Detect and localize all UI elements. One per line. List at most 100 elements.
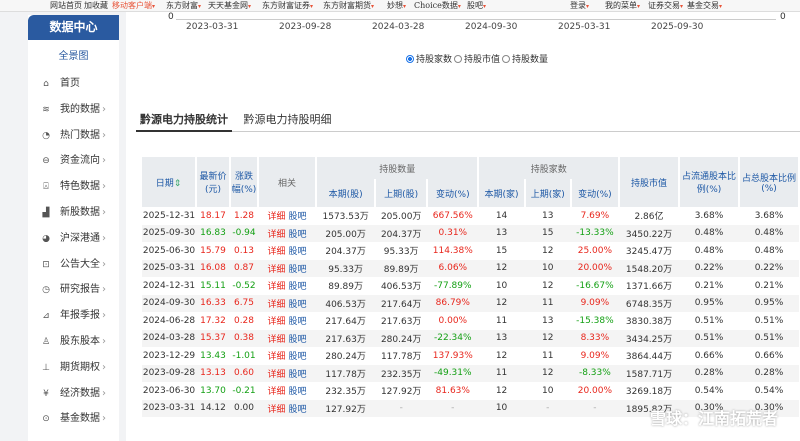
col-total-ratio[interactable]: 占总股本比例(%) [739,157,800,207]
overview-link[interactable]: 全景图 [28,40,119,70]
sidebar-item[interactable]: ¥ 经济数据 › [40,384,106,404]
price-cell: 15.37 [196,329,230,347]
guba-link[interactable]: 股吧 [288,352,306,362]
detail-link[interactable]: 详细 [268,247,286,257]
hold-cur-cell: 15 [495,245,508,256]
change-cell: 1.28 [233,210,255,221]
detail-link[interactable]: 详细 [268,370,286,380]
col-date[interactable]: 日期⇕ [142,157,197,207]
sidebar-item[interactable]: ◔ 热门数据 › [40,126,106,146]
detail-link[interactable]: 详细 [268,352,286,362]
detail-link[interactable]: 详细 [268,282,286,292]
col-market-value[interactable]: 持股市值 [619,157,680,207]
sidebar-item[interactable]: ⊥ 期货期权 › [40,358,106,378]
col-qty-prev[interactable]: 上期(股) [375,179,429,207]
radio-option[interactable]: 持股家数 [404,55,452,65]
x-tick-label: 2023-03-31 [186,22,239,32]
sidebar-item[interactable]: ⊖ 资金流向 › [40,151,106,171]
qty-cur-cell: 205.00万 [316,224,376,242]
guba-link[interactable]: 股吧 [288,230,306,240]
detail-link[interactable]: 详细 [268,387,286,397]
guba-link[interactable]: 股吧 [288,317,306,327]
chevron-right-icon: › [102,181,106,193]
col-hold-cur[interactable]: 本期(家) [478,179,526,207]
col-hold-chg[interactable]: 变动(%) [570,179,621,207]
price-cell: 15.79 [200,245,226,256]
chevron-down-icon: ▾ [371,3,375,10]
sidebar-item[interactable]: ⊙ 基金数据 › [40,409,106,429]
hold-prev-cell: 11 [524,294,571,312]
col-qty-chg[interactable]: 变动(%) [427,179,480,207]
sidebar-item[interactable]: ⍓ 特色数据 › [40,177,106,197]
qty-prev-cell: 406.53万 [380,282,422,293]
change-cell: 0.00 [230,399,258,417]
date-cell: 2025-06-30 [142,245,196,256]
sidebar-item[interactable]: ⌂ 首页 [40,74,80,94]
col-float-ratio[interactable]: 占流通股本比例(%) [679,157,740,207]
topnav-link[interactable]: 网站首页 [50,0,82,12]
chart-x-axis [176,19,776,20]
sidebar-item[interactable]: ⊡ 公告大全 › [40,255,106,275]
table-row: 2024-06-28 17.32 0.28 详细 股吧 217.64万 217.63万 0.… [142,312,799,330]
tab-holding-detail[interactable]: 黔源电力持股明细 [240,112,336,132]
total-ratio-cell: 0.66% [754,350,784,361]
detail-link[interactable]: 详细 [268,405,286,415]
date-cell: 2024-03-28 [142,329,196,347]
topnav-link[interactable]: 加收藏 [84,0,108,12]
col-qty-cur[interactable]: 本期(股) [316,179,377,207]
sidebar-item[interactable]: ◕ 沪深港通 › [40,229,106,249]
guba-link[interactable]: 股吧 [288,212,306,222]
detail-link[interactable]: 详细 [268,300,286,310]
radio-icon[interactable] [502,55,511,63]
tab-holding-stats[interactable]: 黔源电力持股统计 [136,112,232,132]
detail-link[interactable]: 详细 [268,212,286,222]
home-icon: ⌂ [43,79,49,89]
notice-icon: ⊡ [42,259,50,270]
sidebar-item[interactable]: ≋ 我的数据 › [40,100,106,120]
sidebar-item[interactable]: ◷ 研究报告 › [40,280,106,300]
chevron-down-icon: ▾ [403,3,407,10]
y-axis-right-label: 0 [780,12,786,22]
guba-link[interactable]: 股吧 [288,282,306,292]
col-hold-prev[interactable]: 上期(家) [524,179,572,207]
change-cell: 0.38 [230,329,258,347]
hold-cur-cell: 12 [495,385,508,396]
qty-prev-cell: 204.37万 [375,224,428,242]
related-cell: 详细 股吧 [258,259,316,277]
detail-link[interactable]: 详细 [268,230,286,240]
layers-icon: ≋ [42,104,50,115]
qty-prev-cell: 89.89万 [375,259,428,277]
change-cell: 0.28 [233,315,255,326]
sidebar-item[interactable]: ♙ 股东股本 › [40,332,106,352]
sidebar-item-label: 经济数据 [60,387,100,399]
detail-link[interactable]: 详细 [268,317,286,327]
chevron-right-icon: › [102,310,106,322]
guba-link[interactable]: 股吧 [288,300,306,310]
col-price[interactable]: 最新价(元) [196,157,231,207]
radio-option[interactable]: 持股数量 [500,55,548,65]
radio-label: 持股数量 [512,55,549,65]
sidebar-item[interactable]: ⊿ 年报季报 › [40,306,106,326]
change-cell: -0.21 [232,385,256,396]
price-cell: 16.33 [196,294,230,312]
col-group-holders: 持股家数 [478,157,620,179]
radio-icon[interactable] [454,55,463,63]
sidebar-item[interactable]: ▟ 新股数据 › [40,203,106,223]
col-change[interactable]: 涨跌幅(%) [230,157,259,207]
guba-link[interactable]: 股吧 [288,335,306,345]
market-value-cell: 3245.47万 [625,247,673,258]
qty-chg-cell: - [427,399,479,417]
radio-icon[interactable] [406,55,414,63]
sidebar-item-label: 公告大全 [60,258,100,270]
detail-link[interactable]: 详细 [268,335,286,345]
float-ratio-cell: 0.66% [694,350,724,361]
radio-option[interactable]: 持股市值 [452,55,500,65]
guba-link[interactable]: 股吧 [288,247,306,257]
guba-link[interactable]: 股吧 [288,387,306,397]
guba-link[interactable]: 股吧 [288,265,306,275]
detail-link[interactable]: 详细 [268,265,286,275]
guba-link[interactable]: 股吧 [288,405,306,415]
related-cell: 详细 股吧 [258,294,316,312]
table-row: 2025-06-30 15.79 0.13 详细 股吧 204.37万 95.33万 114… [142,242,799,260]
guba-link[interactable]: 股吧 [288,370,306,380]
